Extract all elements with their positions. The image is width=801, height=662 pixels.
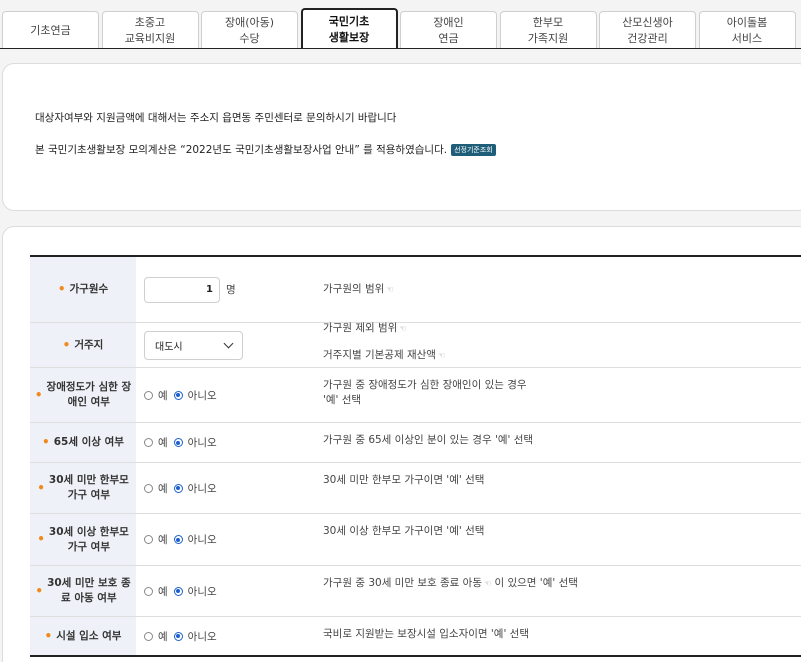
facility-admission-no-radio[interactable] bbox=[173, 631, 183, 641]
tab-basic-pension[interactable]: 기초연금 bbox=[2, 11, 99, 49]
single-parent-over-30-yes-radio[interactable] bbox=[144, 535, 153, 544]
tab-maternity-care[interactable]: 산모신생아 건강관리 bbox=[599, 11, 696, 49]
over-65-desc: 가구원 중 65세 이상인 분이 있는 경우 '예' 선택 bbox=[323, 434, 534, 446]
single-parent-under-30-yes-radio[interactable] bbox=[144, 483, 153, 493]
residence-select[interactable]: 대도시 bbox=[144, 330, 243, 360]
notice-line-2: 본 국민기초생활보장 모의계산은 “2022년도 국민기초생활보장사업 안내” … bbox=[35, 142, 496, 157]
household-size-header: • 가구원수 bbox=[30, 257, 136, 322]
row-household-size: •가구원수 명 가구원의 범위☜ 가구원 제외 범위☜ bbox=[30, 257, 801, 334]
row-residence: • 거주지 대도시 거주지별 기본공제 재산액 ☜ bbox=[30, 323, 801, 368]
calculator-form-card: •가구원수 명 가구원의 범위☜ 가구원 제외 범위☜ •거주지 대도시 거주지… bbox=[2, 226, 801, 662]
severe-disability-yes-radio[interactable] bbox=[144, 390, 153, 400]
tab-education-support[interactable]: 초중고 교육비지원 bbox=[101, 11, 199, 49]
protection-ended-child-yes-radio[interactable] bbox=[144, 586, 153, 596]
severe-disability-desc: 가구원 중 장애정도가 심한 장애인이 있는 경우 '예' 선택 bbox=[323, 379, 527, 406]
criteria-lookup-button[interactable]: 선정기준조회 bbox=[451, 144, 496, 156]
row-over-65: • 65세 이상 여부 예 아니오 가구원 중 65세 이상인 분이 있는 경우 … bbox=[30, 423, 801, 463]
single-parent-under-30-no-radio[interactable] bbox=[173, 483, 183, 493]
single-parent-over-30-desc: 30세 이상 한부모 가구이면 '예' 선택 bbox=[323, 525, 485, 537]
calculator-form-table: •가구원수 명 가구원의 범위☜ 가구원 제외 범위☜ •거주지 대도시 거주지… bbox=[30, 255, 801, 657]
tab-single-parent[interactable]: 한부모 가족지원 bbox=[499, 11, 597, 49]
protection-ended-child-desc: 가구원 중 30세 미만 보호 종료 아동 ☜ 이 있으면 '예' 선택 bbox=[323, 577, 578, 589]
notice-line-1: 대상자여부와 지원금액에 대해서는 주소지 읍면동 주민센터로 문의하시기 바랍… bbox=[35, 112, 397, 124]
tab-bar: 기초연금 초중고 교육비지원 장애(아동) 수당 국민기초 생활보장 장애인 연… bbox=[0, 0, 801, 49]
over-65-no-radio[interactable] bbox=[173, 438, 183, 447]
household-range-link[interactable]: 가구원의 범위 ☜ bbox=[323, 282, 801, 297]
info-icon: ☜ bbox=[437, 351, 446, 360]
residence-header: • 거주지 bbox=[30, 323, 136, 367]
single-parent-under-30-header: • 30세 미만 한부모 가구 여부 bbox=[30, 463, 136, 513]
single-parent-over-30-no-radio[interactable] bbox=[173, 535, 183, 544]
protection-ended-child-no-radio[interactable] bbox=[173, 586, 183, 596]
tab-divider bbox=[0, 48, 801, 49]
severe-disability-header: • 장애정도가 심한 장 애인 여부 bbox=[30, 368, 136, 422]
facility-admission-header: • 시설 입소 여부 bbox=[30, 617, 136, 655]
row-protection-ended-child: • 30세 미만 보호 종 료 아동 여부 예 아니오 가구원 중 30세 미만 … bbox=[30, 566, 801, 617]
over-65-header: • 65세 이상 여부 bbox=[30, 423, 136, 462]
tab-childcare-service[interactable]: 아이돌봄 서비스 bbox=[698, 11, 796, 49]
row-single-parent-under-30: • 30세 미만 한부모 가구 여부 예 아니오 30세 미만 한부모 가구이면 … bbox=[30, 463, 801, 514]
household-size-input[interactable] bbox=[144, 276, 220, 303]
residence-deduction-link[interactable]: 거주지별 기본공제 재산액 ☜ bbox=[323, 348, 801, 363]
row-single-parent-over-30: • 30세 이상 한부모 가구 여부 예 아니오 30세 이상 한부모 가구이면 … bbox=[30, 514, 801, 566]
facility-admission-desc: 국비로 지원받는 보장시설 입소자이면 '예' 선택 bbox=[323, 628, 530, 640]
notice-box: 대상자여부와 지원금액에 대해서는 주소지 읍면동 주민센터로 문의하시기 바랍… bbox=[2, 63, 801, 211]
over-65-yes-radio[interactable] bbox=[144, 438, 153, 447]
protection-ended-child-header: • 30세 미만 보호 종 료 아동 여부 bbox=[30, 566, 136, 616]
row-severe-disability: • 장애정도가 심한 장 애인 여부 예 아니오 가구원 중 장애정도가 심한 장… bbox=[30, 368, 801, 423]
tab-basic-livelihood[interactable]: 국민기초 생활보장 bbox=[300, 8, 398, 49]
chevron-down-icon bbox=[223, 338, 234, 348]
household-size-unit: 명 bbox=[226, 284, 236, 296]
row-facility-admission: • 시설 입소 여부 예 아니오 국비로 지원받는 보장시설 입소자이면 '예' … bbox=[30, 617, 801, 657]
facility-admission-yes-radio[interactable] bbox=[144, 631, 153, 641]
severe-disability-no-radio[interactable] bbox=[173, 390, 183, 400]
protection-ended-child-link[interactable]: 30세 미만 보호 종료 아동 ☜ bbox=[368, 577, 491, 589]
tab-disability-allowance[interactable]: 장애(아동) 수당 bbox=[201, 11, 298, 49]
single-parent-under-30-desc: 30세 미만 한부모 가구이면 '예' 선택 bbox=[323, 474, 485, 486]
tab-disability-pension[interactable]: 장애인 연금 bbox=[400, 11, 497, 49]
info-icon: ☜ bbox=[386, 285, 394, 294]
single-parent-over-30-header: • 30세 이상 한부모 가구 여부 bbox=[30, 514, 136, 565]
